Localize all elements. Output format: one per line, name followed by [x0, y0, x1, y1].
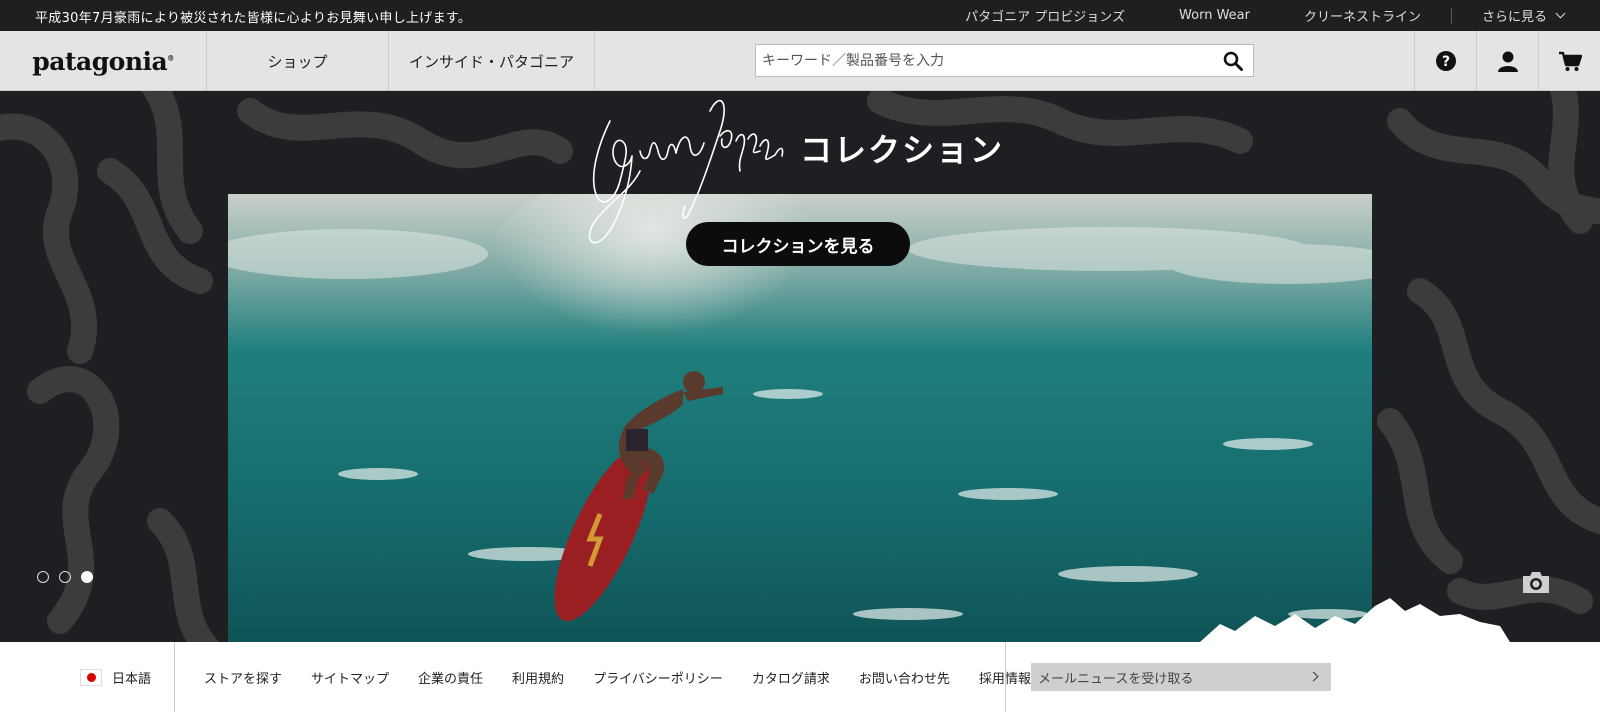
help-button[interactable]: ? — [1414, 31, 1476, 91]
main-nav: patagonia® ショップ インサイド・パタゴニア ? — [0, 31, 1600, 91]
camera-icon[interactable] — [1520, 569, 1552, 595]
view-collection-button[interactable]: コレクションを見る — [686, 222, 910, 266]
footer-link-catalog[interactable]: カタログ請求 — [752, 668, 830, 687]
cart-button[interactable] — [1538, 31, 1600, 91]
cart-icon — [1558, 51, 1582, 71]
search-input[interactable] — [756, 45, 1196, 76]
divider — [1450, 7, 1452, 24]
language-label: 日本語 — [112, 671, 152, 687]
footer-link-store-locator[interactable]: ストアを探す — [204, 668, 282, 687]
carousel-dot-2[interactable] — [59, 571, 71, 583]
language-selector[interactable]: 日本語 — [80, 642, 175, 712]
link-worn-wear[interactable]: Worn Wear — [1179, 8, 1250, 23]
search-icon[interactable] — [1223, 51, 1243, 71]
patagonia-logo[interactable]: patagonia® — [0, 31, 207, 91]
more-label: さらに見る — [1481, 10, 1547, 25]
mountain-skyline-graphic — [1200, 598, 1510, 642]
carousel-dot-1[interactable] — [37, 571, 49, 583]
account-button[interactable] — [1476, 31, 1538, 91]
footer: 日本語 ストアを探す サイトマップ 企業の責任 利用規約 プライバシーポリシー … — [0, 642, 1600, 718]
carousel-dot-3[interactable] — [81, 571, 93, 583]
hero-banner: コレクション コレクションを見る — [0, 91, 1600, 642]
newsletter-label: メールニュースを受け取る — [1038, 671, 1194, 687]
footer-link-sitemap[interactable]: サイトマップ — [311, 668, 389, 687]
logo-text: patagonia® — [32, 46, 174, 76]
footer-link-contact[interactable]: お問い合わせ先 — [859, 668, 950, 687]
svg-text:?: ? — [1441, 54, 1449, 70]
carousel-indicators — [37, 571, 93, 583]
link-provisions[interactable]: パタゴニア プロビジョンズ — [965, 6, 1125, 25]
footer-link-privacy[interactable]: プライバシーポリシー — [593, 668, 723, 687]
link-cleanest-line[interactable]: クリーネストライン — [1304, 6, 1421, 25]
footer-link-terms[interactable]: 利用規約 — [512, 668, 564, 687]
nav-shop[interactable]: ショップ — [207, 31, 389, 91]
help-icon: ? — [1435, 51, 1456, 71]
chevron-right-icon — [1308, 671, 1319, 682]
nav-inside-patagonia[interactable]: インサイド・パタゴニア — [389, 31, 595, 91]
utility-links: パタゴニア プロビジョンズ Worn Wear クリーネストライン さらに見る — [965, 0, 1600, 31]
footer-link-corporate-responsibility[interactable]: 企業の責任 — [418, 668, 483, 687]
announcement-text: 平成30年7月豪雨により被災された皆様に心よりお見舞い申し上げます。 — [35, 11, 472, 26]
newsletter-signup[interactable]: メールニュースを受け取る — [1031, 663, 1331, 691]
search-box — [755, 44, 1254, 77]
chevron-down-icon — [1555, 8, 1566, 19]
announcement-bar: 平成30年7月豪雨により被災された皆様に心よりお見舞い申し上げます。 パタゴニア… — [0, 0, 1600, 31]
japan-flag-icon — [80, 668, 102, 686]
collection-heading: コレクション — [800, 131, 1005, 169]
footer-links: ストアを探す サイトマップ 企業の責任 利用規約 プライバシーポリシー カタログ… — [204, 642, 1060, 712]
more-dropdown[interactable]: さらに見る — [1481, 6, 1566, 25]
account-icon — [1497, 51, 1518, 72]
footer-divider — [1005, 642, 1006, 712]
